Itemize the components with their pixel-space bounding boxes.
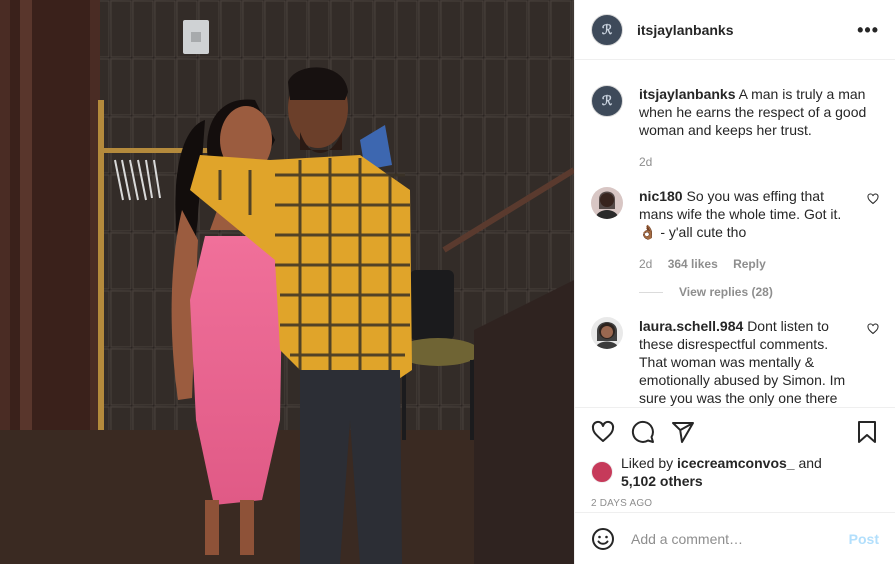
caption-meta: 2d	[639, 153, 879, 171]
comment-body: laura.schell.984 Dont listen to these di…	[639, 317, 879, 407]
post-side-panel: ℛ itsjaylanbanks ••• ℛ itsjaylanbanks A …	[574, 0, 895, 564]
comment-icon[interactable]	[631, 420, 655, 444]
comment-time[interactable]: 2d	[639, 257, 652, 271]
liked-by-and: and	[798, 455, 822, 471]
instagram-post-modal: ℛ itsjaylanbanks ••• ℛ itsjaylanbanks A …	[0, 0, 895, 564]
post-button[interactable]: Post	[849, 531, 879, 547]
avatar[interactable]: ℛ	[591, 85, 623, 117]
caption: ℛ itsjaylanbanks A man is truly a man wh…	[591, 85, 879, 171]
reply-button[interactable]: Reply	[733, 257, 766, 271]
comment-body: nic180 So you was effing that mans wife …	[639, 187, 879, 273]
post-username[interactable]: itsjaylanbanks	[637, 22, 857, 38]
comment-username[interactable]: nic180	[639, 188, 683, 204]
view-replies-button[interactable]: View replies (28)	[639, 285, 879, 299]
action-bar	[591, 416, 879, 448]
caption-body: itsjaylanbanks A man is truly a man when…	[639, 85, 879, 171]
post-actions: Liked by icecreamconvos_ and 5,102 other…	[575, 407, 895, 517]
view-replies-label: View replies (28)	[679, 285, 773, 299]
more-icon[interactable]: •••	[857, 21, 879, 39]
add-comment-bar: Post	[575, 512, 895, 564]
post-timestamp[interactable]: 2 DAYS AGO	[591, 498, 879, 509]
liked-by-prefix: Liked by	[621, 455, 674, 471]
emoji-icon[interactable]	[591, 527, 615, 551]
avatar[interactable]	[591, 461, 613, 483]
post-header: ℛ itsjaylanbanks •••	[575, 0, 895, 60]
post-photo[interactable]	[0, 0, 574, 564]
comment-username[interactable]: laura.schell.984	[639, 318, 743, 334]
bookmark-icon[interactable]	[855, 420, 879, 444]
liked-by: Liked by icecreamconvos_ and 5,102 other…	[591, 454, 879, 490]
comments-list[interactable]: ℛ itsjaylanbanks A man is truly a man wh…	[575, 61, 895, 407]
caption-time[interactable]: 2d	[639, 155, 652, 169]
avatar[interactable]	[591, 317, 623, 349]
caption-username[interactable]: itsjaylanbanks	[639, 86, 736, 102]
comment-likes[interactable]: 364 likes	[668, 257, 718, 271]
avatar[interactable]: ℛ	[591, 13, 623, 46]
comment-item: laura.schell.984 Dont listen to these di…	[591, 317, 879, 407]
heart-icon[interactable]	[867, 193, 879, 205]
comment-item: nic180 So you was effing that mans wife …	[591, 187, 879, 273]
divider	[639, 291, 663, 293]
avatar[interactable]	[591, 187, 623, 219]
liked-by-text: Liked by icecreamconvos_ and 5,102 other…	[621, 454, 822, 490]
photo-illustration	[0, 0, 574, 564]
like-heart-icon[interactable]	[591, 420, 615, 444]
comment-input[interactable]	[629, 529, 849, 548]
heart-icon[interactable]	[867, 323, 879, 335]
comment-meta: 2d 364 likes Reply	[639, 255, 853, 273]
share-icon[interactable]	[671, 420, 695, 444]
liked-by-user[interactable]: icecreamconvos_	[677, 455, 795, 471]
liked-by-others[interactable]: 5,102 others	[621, 473, 703, 489]
